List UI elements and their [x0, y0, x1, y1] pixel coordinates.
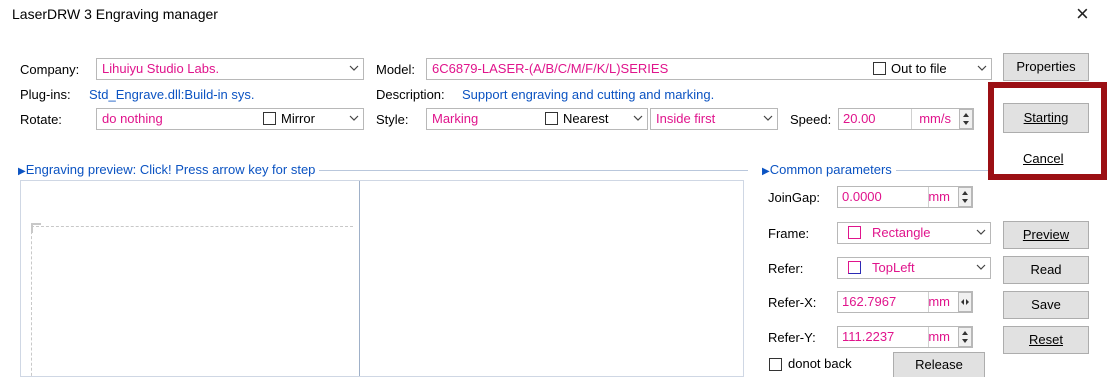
chevron-down-icon — [349, 115, 359, 123]
cancel-button[interactable]: Cancel — [1023, 150, 1063, 168]
read-button[interactable]: Read — [1003, 256, 1089, 284]
rotate-select[interactable]: do nothing Mirror — [96, 108, 364, 130]
spinner-arrows-icon — [962, 331, 968, 343]
donot-back-label: donot back — [788, 356, 852, 371]
joingap-label: JoinGap: — [768, 190, 821, 205]
frame-label: Frame: — [768, 226, 810, 241]
chevron-down-icon — [763, 115, 773, 123]
topleft-corner-icon — [848, 261, 861, 274]
preview-panel-title: Engraving preview: Click! Press arrow ke… — [25, 162, 316, 177]
save-button[interactable]: Save — [1003, 291, 1089, 319]
chevron-down-icon — [633, 115, 643, 123]
description-label: Description: — [376, 87, 445, 102]
reset-button[interactable]: Reset — [1003, 326, 1089, 354]
chevron-down-icon — [977, 65, 987, 73]
model-select[interactable]: 6C6879-LASER-(A/B/C/M/F/K/L)SERIES Out t… — [426, 58, 992, 80]
chevron-down-icon — [976, 229, 986, 237]
speed-label: Speed: — [790, 112, 832, 127]
refer-x-label: Refer-X: — [768, 295, 817, 310]
origin-corner-icon — [31, 223, 41, 233]
refer-x-unit: mm — [928, 294, 950, 309]
close-icon[interactable]: × — [1076, 2, 1089, 26]
chevron-down-icon — [976, 264, 986, 272]
triangle-right-icon: ▶ — [18, 166, 26, 177]
joingap-input[interactable]: 0.0000 mm — [837, 186, 973, 208]
triangle-right-icon: ▶ — [762, 166, 770, 177]
spinner-arrows-icon — [963, 113, 969, 125]
window-title: LaserDRW 3 Engraving manager — [12, 6, 218, 22]
speed-value: 20.00 — [843, 111, 876, 126]
nearest-label: Nearest — [563, 111, 609, 126]
release-button[interactable]: Release — [893, 352, 985, 377]
style-select[interactable]: Marking Nearest — [426, 108, 648, 130]
preview-work-area — [31, 226, 353, 377]
properties-button[interactable]: Properties — [1003, 53, 1089, 81]
refer-label: Refer: — [768, 261, 804, 276]
common-panel-title: Common parameters — [769, 162, 892, 177]
plugins-label: Plug-ins: — [20, 87, 71, 102]
style-label: Style: — [376, 112, 409, 127]
order-select[interactable]: Inside first — [650, 108, 778, 130]
refer-value: TopLeft — [872, 260, 915, 275]
refer-x-spinner[interactable] — [958, 292, 972, 312]
out-to-file-checkbox[interactable] — [873, 62, 886, 75]
frame-value: Rectangle — [872, 225, 931, 240]
rectangle-icon — [848, 226, 861, 239]
field-separator — [911, 109, 912, 129]
refer-y-label: Refer-Y: — [768, 330, 816, 345]
joingap-unit: mm — [928, 189, 950, 204]
preview-divider — [359, 181, 360, 376]
speed-unit: mm/s — [919, 111, 951, 126]
company-label: Company: — [20, 62, 80, 77]
speed-input[interactable]: 20.00 mm/s — [838, 108, 974, 130]
mirror-label: Mirror — [281, 111, 315, 126]
refer-y-spinner[interactable] — [958, 327, 972, 347]
refer-y-input[interactable]: 111.2237 mm — [837, 326, 973, 348]
refer-y-value: 111.2237 — [842, 329, 895, 344]
rotate-label: Rotate: — [20, 112, 62, 127]
nearest-checkbox[interactable] — [545, 112, 558, 125]
rotate-value: do nothing — [102, 111, 163, 126]
starting-button[interactable]: Starting — [1003, 103, 1089, 133]
common-title-bg: ▶Common parameters — [758, 161, 896, 181]
refer-x-input[interactable]: 162.7967 mm — [837, 291, 973, 313]
chevron-down-icon — [349, 65, 359, 73]
model-label: Model: — [376, 62, 416, 77]
order-value: Inside first — [656, 111, 716, 126]
refer-x-value: 162.7967 — [842, 294, 897, 309]
out-to-file-label: Out to file — [891, 61, 947, 76]
donot-back-checkbox[interactable] — [769, 358, 782, 371]
preview-button[interactable]: Preview — [1003, 221, 1089, 249]
company-select[interactable]: Lihuiyu Studio Labs. — [96, 58, 364, 80]
joingap-spinner[interactable] — [958, 187, 972, 207]
refer-y-unit: mm — [928, 329, 950, 344]
refer-select[interactable]: TopLeft — [837, 257, 991, 279]
preview-canvas[interactable] — [20, 180, 744, 377]
left-right-arrows-icon — [961, 299, 969, 305]
frame-select[interactable]: Rectangle — [837, 222, 991, 244]
speed-spinner[interactable] — [959, 109, 973, 129]
mirror-checkbox[interactable] — [263, 112, 276, 125]
model-value: 6C6879-LASER-(A/B/C/M/F/K/L)SERIES — [432, 61, 669, 76]
joingap-value: 0.0000 — [842, 189, 882, 204]
description-value: Support engraving and cutting and markin… — [462, 87, 715, 102]
preview-title-bg: ▶Engraving preview: Click! Press arrow k… — [14, 161, 320, 181]
style-value: Marking — [432, 111, 479, 126]
spinner-arrows-icon — [962, 191, 968, 203]
company-value: Lihuiyu Studio Labs. — [102, 61, 220, 76]
plugins-value: Std_Engrave.dll:Build-in sys. — [89, 87, 255, 102]
